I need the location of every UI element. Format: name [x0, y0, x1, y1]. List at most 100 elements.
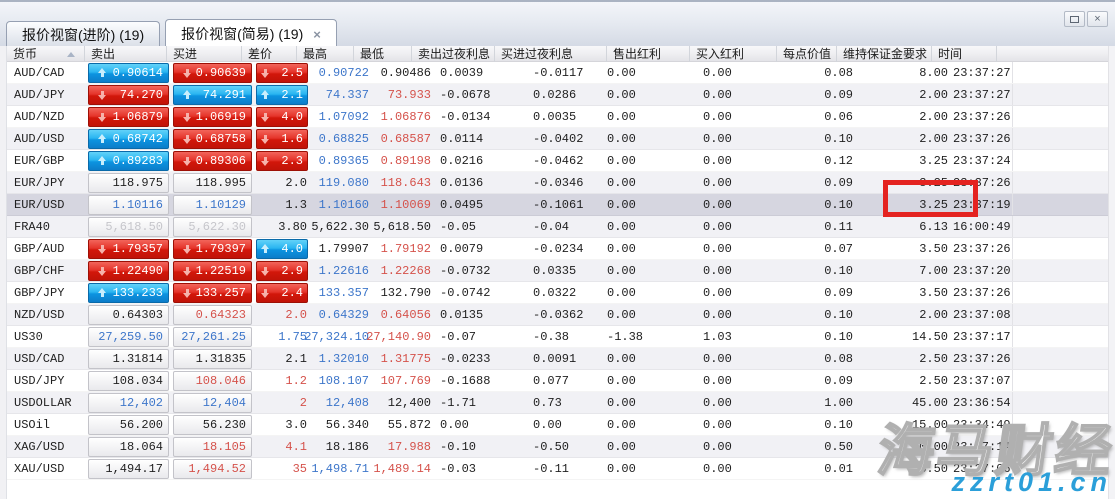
spread-button[interactable]: 2.4: [256, 282, 308, 303]
quote-row-usd-jpy[interactable]: USD/JPY 108.034 108.046 1.2 108.107 107.769 -0…: [7, 370, 1108, 392]
buy-button[interactable]: 18.105: [173, 436, 252, 457]
sell-button[interactable]: 1,494.17: [88, 458, 169, 479]
spread-button[interactable]: 2.9: [256, 260, 308, 281]
sell-button[interactable]: 12,402: [88, 392, 169, 413]
tab-quote-simple[interactable]: 报价视窗(简易) (19) ×: [165, 19, 337, 48]
arrow-down-icon: [261, 112, 270, 122]
buy-button[interactable]: 0.90639: [173, 62, 252, 83]
spread-button[interactable]: 2.1: [256, 84, 308, 105]
sell-button[interactable]: 0.64303: [88, 304, 169, 325]
header-point-value[interactable]: 每点价值: [777, 46, 837, 62]
sell-button[interactable]: 0.68742: [88, 128, 169, 149]
sell-button[interactable]: 1.22490: [88, 260, 169, 281]
sell-button[interactable]: 1.06879: [88, 106, 169, 127]
spread-button[interactable]: 4.0: [256, 106, 308, 127]
buy-button[interactable]: 0.89306: [173, 150, 252, 171]
value-text: 0.00: [607, 263, 636, 278]
header-sell[interactable]: 卖出: [85, 46, 167, 62]
spread-button[interactable]: 1.6: [256, 128, 308, 149]
sell-button[interactable]: 133.233: [88, 282, 169, 303]
value-text: 27,324.10: [304, 329, 369, 344]
spread-button[interactable]: 4.0: [256, 238, 308, 259]
value-text: -0.1688: [440, 373, 491, 388]
header-buy[interactable]: 买进: [167, 46, 242, 62]
sell-button[interactable]: 1.31814: [88, 348, 169, 369]
sell-button[interactable]: 1.10116: [88, 194, 169, 215]
cell-sell: 18.064: [86, 436, 171, 457]
quote-row-fra40[interactable]: FRA40 5,618.50 5,622.30 3.80 5,622.30 5,618.5…: [7, 216, 1108, 238]
header-sell-overnight-interest[interactable]: 卖出过夜利息: [412, 46, 495, 62]
buy-button[interactable]: 0.64323: [173, 304, 252, 325]
buy-button[interactable]: 133.257: [173, 282, 252, 303]
cell-time: 23:37:27: [950, 84, 1013, 105]
cell-margin-requirement: 8.00: [856, 62, 950, 83]
sell-button[interactable]: 18.064: [88, 436, 169, 457]
cell-low: 0.89198: [372, 150, 434, 171]
quote-row-gbp-chf[interactable]: GBP/CHF 1.22490 1.22519 2.9 1.22616 1.22268 -0…: [7, 260, 1108, 282]
cell-buy-dividend: 0.00: [698, 62, 776, 83]
buy-button[interactable]: 74.291: [173, 84, 252, 105]
quote-row-aud-jpy[interactable]: AUD/JPY 74.270 74.291 2.1 74.337 73.933 -0.067…: [7, 84, 1108, 106]
sell-button[interactable]: 27,259.50: [88, 326, 169, 347]
spread-button[interactable]: 2.5: [256, 62, 308, 83]
buy-button[interactable]: 1,494.52: [173, 458, 252, 479]
header-margin-requirement[interactable]: 维持保证金要求: [837, 46, 932, 62]
header-currency[interactable]: 货币: [7, 46, 85, 62]
quote-row-us30[interactable]: US30 27,259.50 27,261.25 1.75 27,324.10 27,14…: [7, 326, 1108, 348]
header-buy-dividend[interactable]: 买入红利: [690, 46, 777, 62]
quote-row-aud-cad[interactable]: AUD/CAD 0.90614 0.90639 2.5 0.90722 0.90486 0.…: [7, 62, 1108, 84]
quote-row-aud-nzd[interactable]: AUD/NZD 1.06879 1.06919 4.0 1.07092 1.06876 -0…: [7, 106, 1108, 128]
sell-button[interactable]: 74.270: [88, 84, 169, 105]
cell-spread: 4.0: [254, 238, 310, 259]
quote-row-gbp-jpy[interactable]: GBP/JPY 133.233 133.257 2.4 133.357 132.790 -0…: [7, 282, 1108, 304]
sell-button[interactable]: 56.200: [88, 414, 169, 435]
buy-button[interactable]: 1.22519: [173, 260, 252, 281]
tab-quote-advanced[interactable]: 报价视窗(进阶) (19): [6, 21, 161, 48]
close-icon: ×: [1094, 12, 1101, 25]
value-text: AUD/NZD: [14, 109, 65, 124]
header-low[interactable]: 最低: [354, 46, 412, 62]
sell-button[interactable]: 5,618.50: [88, 216, 169, 237]
value-text: 6.13: [919, 219, 948, 234]
value-text: 18.105: [202, 439, 246, 454]
sell-button[interactable]: 1.79357: [88, 238, 169, 259]
buy-button[interactable]: 0.68758: [173, 128, 252, 149]
buy-button[interactable]: 108.046: [173, 370, 252, 391]
header-spread[interactable]: 差价: [242, 46, 297, 62]
buy-button[interactable]: 27,261.25: [173, 326, 252, 347]
buy-button[interactable]: 1.79397: [173, 238, 252, 259]
close-window-button[interactable]: ×: [1087, 11, 1108, 27]
quote-row-aud-usd[interactable]: AUD/USD 0.68742 0.68758 1.6 0.68825 0.68587 0.…: [7, 128, 1108, 150]
buy-button[interactable]: 1.06919: [173, 106, 252, 127]
quote-row-gbp-aud[interactable]: GBP/AUD 1.79357 1.79397 4.0 1.79907 1.79192 0.…: [7, 238, 1108, 260]
buy-button[interactable]: 1.31835: [173, 348, 252, 369]
cell-buy-dividend: 1.03: [698, 326, 776, 347]
tab-bar: 报价视窗(进阶) (19) 报价视窗(简易) (19) ×: [6, 19, 342, 48]
sell-button[interactable]: 0.90614: [88, 62, 169, 83]
cell-buy-swap: 0.077: [528, 370, 601, 391]
restore-window-button[interactable]: [1064, 11, 1085, 27]
quote-row-nzd-usd[interactable]: NZD/USD 0.64303 0.64323 2.0 0.64329 0.64056 0.…: [7, 304, 1108, 326]
header-time[interactable]: 时间: [932, 46, 997, 62]
cell-sell-swap: 0.0079: [434, 238, 528, 259]
buy-button[interactable]: 12,404: [173, 392, 252, 413]
spread-button[interactable]: 2.3: [256, 150, 308, 171]
quote-row-usd-cad[interactable]: USD/CAD 1.31814 1.31835 2.1 1.32010 1.31775 -0…: [7, 348, 1108, 370]
arrow-down-icon: [98, 112, 107, 122]
sell-button[interactable]: 118.975: [88, 172, 169, 193]
cell-point-value: 0.10: [776, 128, 856, 149]
quote-row-eur-gbp[interactable]: EUR/GBP 0.89283 0.89306 2.3 0.89365 0.89198 0.…: [7, 150, 1108, 172]
sell-button[interactable]: 0.89283: [88, 150, 169, 171]
header-high[interactable]: 最高: [297, 46, 354, 62]
sell-button[interactable]: 108.034: [88, 370, 169, 391]
tab-close-icon[interactable]: ×: [313, 28, 321, 41]
header-buy-overnight-interest[interactable]: 买进过夜利息: [495, 46, 607, 62]
header-label: 买入红利: [696, 46, 745, 61]
buy-button[interactable]: 56.230: [173, 414, 252, 435]
buy-button[interactable]: 1.10129: [173, 194, 252, 215]
buy-button[interactable]: 5,622.30: [173, 216, 252, 237]
header-sell-dividend[interactable]: 售出红利: [607, 46, 690, 62]
cell-buy-swap: -0.0117: [528, 62, 601, 83]
buy-button[interactable]: 118.995: [173, 172, 252, 193]
value-text: 1.31775: [380, 351, 431, 366]
